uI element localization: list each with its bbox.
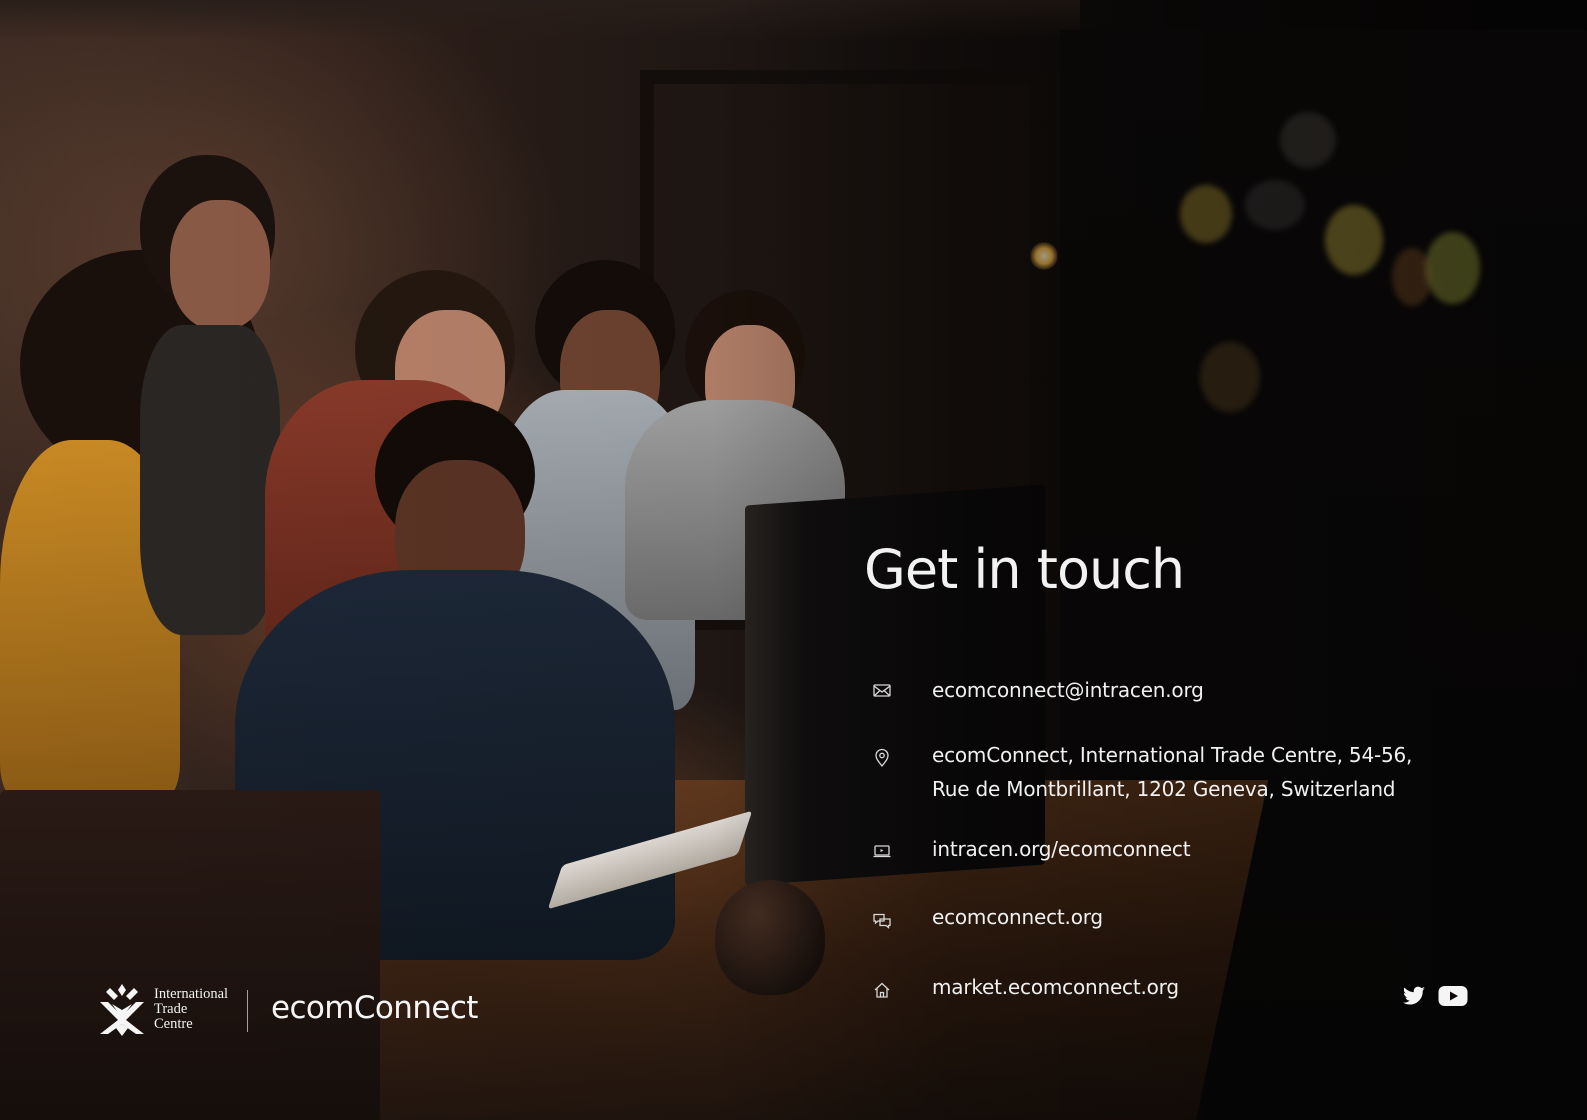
contact-address: ecomConnect, International Trade Centre,… (868, 738, 1412, 801)
chat-bubbles-icon (868, 907, 896, 935)
dark-overlay (0, 0, 1587, 1120)
map-pin-icon (868, 744, 896, 772)
social-links (1402, 984, 1468, 1008)
page-title: Get in touch (864, 538, 1185, 601)
itc-word-1: International (154, 985, 229, 1002)
market-link[interactable]: market.ecomconnect.org (932, 970, 1179, 1004)
address-text: ecomConnect, International Trade Centre,… (932, 738, 1412, 806)
contact-community[interactable]: ecomconnect.org (868, 900, 1103, 935)
community-link[interactable]: ecomconnect.org (932, 900, 1103, 934)
itc-word-3: Centre (154, 1015, 193, 1032)
address-line-1: ecomConnect, International Trade Centre,… (932, 743, 1413, 767)
contact-website[interactable]: intracen.org/ecomconnect (868, 832, 1191, 865)
laptop-icon (868, 837, 896, 865)
contact-market[interactable]: market.ecomconnect.org (868, 970, 1179, 1004)
home-icon (868, 976, 896, 1004)
itc-word-2: Trade (154, 1000, 188, 1017)
envelope-icon (868, 676, 896, 704)
address-line-2: Rue de Montbrillant, 1202 Geneva, Switze… (932, 777, 1396, 801)
hero-photo (0, 0, 1587, 1120)
logo-divider (247, 990, 248, 1032)
youtube-icon[interactable] (1438, 984, 1468, 1008)
ecomconnect-logo: ecomConnect (271, 990, 478, 1026)
website-link[interactable]: intracen.org/ecomconnect (932, 832, 1191, 866)
itc-mark-icon (100, 984, 144, 1036)
email-link[interactable]: ecomconnect@intracen.org (932, 673, 1204, 707)
itc-logo: International Trade Centre (96, 980, 228, 1038)
itc-wordmark: International Trade Centre (154, 985, 229, 1032)
twitter-icon[interactable] (1402, 984, 1426, 1008)
contact-email[interactable]: ecomconnect@intracen.org (868, 673, 1204, 704)
